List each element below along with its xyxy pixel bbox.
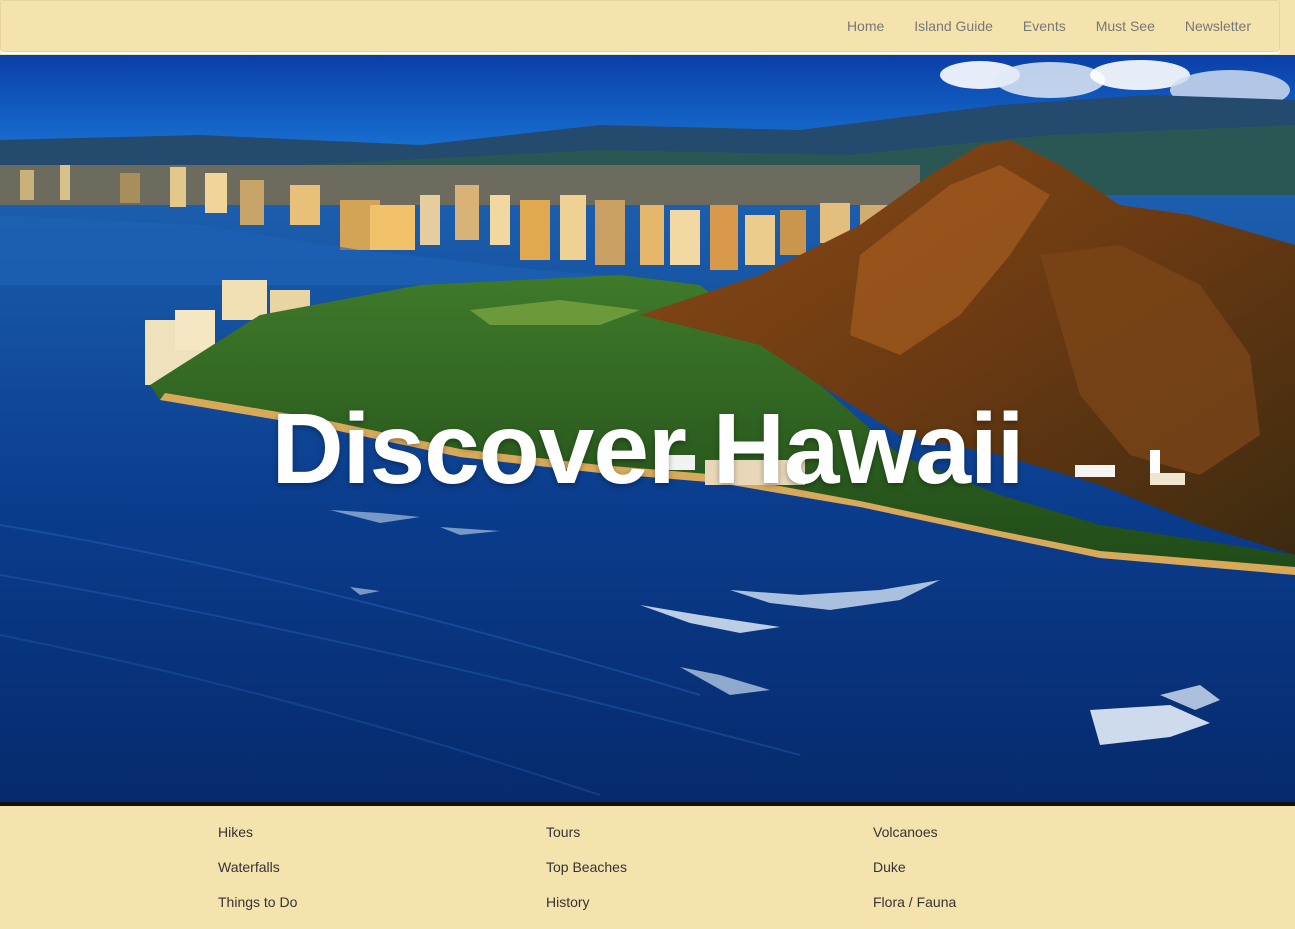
footer-link-top-beaches[interactable]: Top Beaches [546, 859, 627, 876]
footer-link-history[interactable]: History [546, 894, 627, 911]
footer-column-1: Hikes Waterfalls Things to Do [218, 824, 297, 929]
nav-link-home[interactable]: Home [847, 18, 884, 34]
footer-column-3: Volcanoes Duke Flora / Fauna [873, 824, 956, 929]
nav-link-must-see[interactable]: Must See [1096, 18, 1155, 34]
hero-banner: Discover Hawaii [0, 55, 1295, 802]
footer-link-duke[interactable]: Duke [873, 859, 956, 876]
nav-link-events[interactable]: Events [1023, 18, 1066, 34]
hero-title: Discover Hawaii [271, 393, 1024, 505]
nav-links: Home Island Guide Events Must See Newsle… [847, 1, 1251, 51]
footer-link-waterfalls[interactable]: Waterfalls [218, 859, 297, 876]
footer-column-2: Tours Top Beaches History [546, 824, 627, 929]
footer-links: Hikes Waterfalls Things to Do Tours Top … [0, 806, 1295, 925]
footer-link-flora-fauna[interactable]: Flora / Fauna [873, 894, 956, 911]
footer-link-volcanoes[interactable]: Volcanoes [873, 824, 956, 841]
nav-link-newsletter[interactable]: Newsletter [1185, 18, 1251, 34]
footer-link-things-to-do[interactable]: Things to Do [218, 894, 297, 911]
footer-link-tours[interactable]: Tours [546, 824, 627, 841]
footer-link-hikes[interactable]: Hikes [218, 824, 297, 841]
nav-link-island-guide[interactable]: Island Guide [914, 18, 993, 34]
top-navbar: Home Island Guide Events Must See Newsle… [0, 0, 1280, 52]
